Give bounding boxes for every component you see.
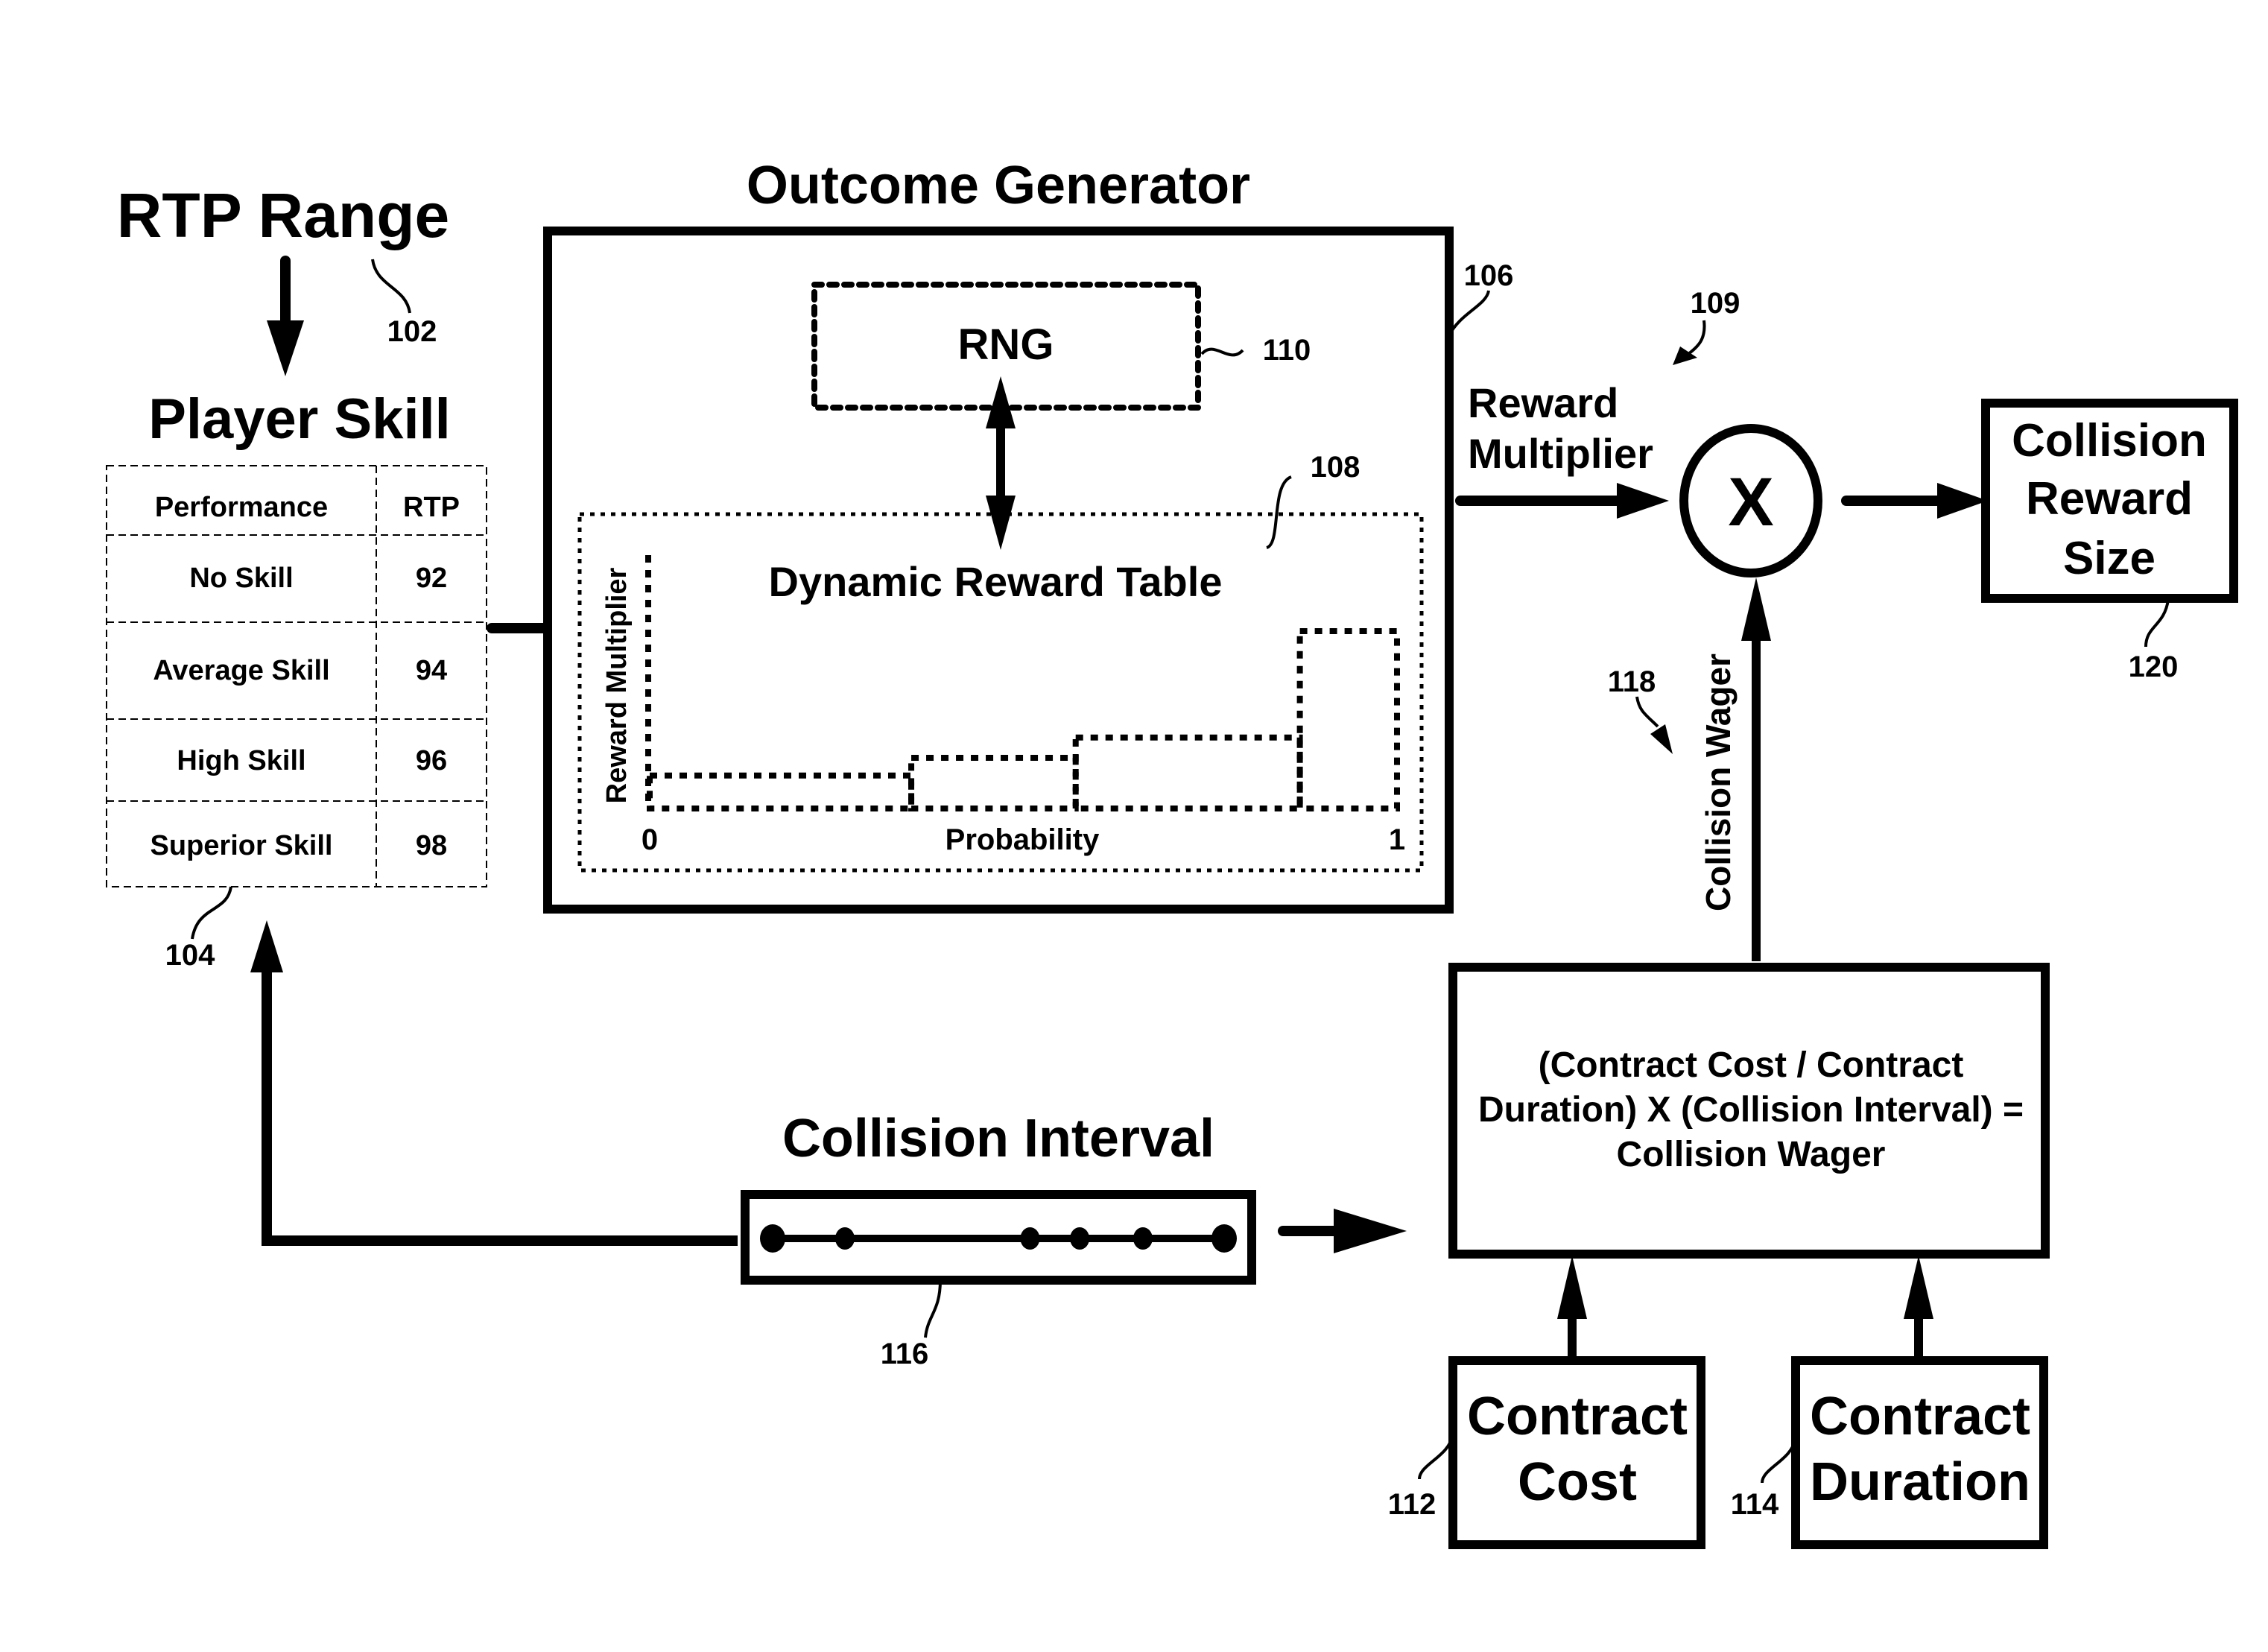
table-row: Superior Skill 98 <box>151 830 448 861</box>
contract-duration-group: Contract Duration 114 <box>1731 1356 2048 1549</box>
ref-118: 118 <box>1608 665 1656 698</box>
collision-event-dot <box>1133 1227 1153 1250</box>
ref-104-leader <box>191 886 232 940</box>
interval-to-formula-arrowhead <box>1334 1209 1407 1253</box>
multiplier-symbol: X <box>1728 464 1773 540</box>
collision-wager-label: Collision Wager <box>1699 653 1738 911</box>
collision-event-dot <box>1020 1227 1040 1250</box>
table-row: High Skill 96 <box>177 745 447 776</box>
reward-multiplier-label-line1: Reward <box>1468 379 1618 426</box>
collision-interval-group: Collision Interval 116 <box>250 920 1407 1370</box>
formula-line2: Duration) X (Collision Interval) = <box>1478 1090 2024 1130</box>
collision-reward-size-group: Collision Reward Size 120 <box>1981 399 2238 683</box>
formula-line3: Collision Wager <box>1617 1135 1886 1174</box>
ref-118-leader <box>1635 696 1659 728</box>
table-cell-rtp: 92 <box>416 563 447 594</box>
ref-112-leader <box>1418 1434 1454 1480</box>
collision-event-dot <box>834 1227 855 1250</box>
contract-cost-line2: Cost <box>1518 1452 1637 1512</box>
contract-cost-line1: Contract <box>1467 1387 1688 1446</box>
ref-120-leader <box>2144 599 2170 648</box>
table-cell-performance: Average Skill <box>153 655 329 686</box>
table-cell-rtp: 98 <box>416 830 447 861</box>
contract-cost-arrowhead <box>1557 1256 1587 1319</box>
table-row: Average Skill 94 <box>153 655 447 686</box>
collision-event-dot <box>1211 1224 1237 1253</box>
outcome-generator-group: Outcome Generator 106 RNG 110 108 Dynami… <box>543 156 1514 914</box>
ref-120: 120 <box>2129 651 2179 683</box>
reward-multiplier-arrowhead <box>1617 483 1669 519</box>
ref-102-leader <box>371 259 411 314</box>
contract-duration-line2: Duration <box>1810 1452 2030 1512</box>
skill-rtp-table: Performance RTP No Skill 92 Average Skil… <box>106 465 487 887</box>
reward-output-arrowhead <box>1937 483 1988 519</box>
rtp-range-title: RTP Range <box>117 180 450 250</box>
rtp-to-skill-arrowhead <box>267 320 304 376</box>
ref-104: 104 <box>165 939 215 972</box>
table-cell-performance: Superior Skill <box>151 830 333 861</box>
rtp-range-group: RTP Range 102 <box>117 180 450 376</box>
ref-106-leader <box>1448 290 1490 336</box>
table-header-performance: Performance <box>155 492 328 523</box>
collision-wager-arrowhead <box>1741 577 1771 641</box>
table-header-rtp: RTP <box>403 492 460 523</box>
chart-x-axis-label: Probability <box>945 823 1100 856</box>
player-skill-title: Player Skill <box>148 387 451 451</box>
ref-108: 108 <box>1311 451 1361 484</box>
collision-interval-title: Collision Interval <box>782 1109 1214 1168</box>
table-cell-rtp: 96 <box>416 745 447 776</box>
contract-duration-arrowhead <box>1904 1256 1933 1319</box>
chart-x-tick-max: 1 <box>1389 823 1405 856</box>
chart-x-tick-min: 0 <box>642 823 658 856</box>
ref-114: 114 <box>1731 1488 1779 1521</box>
ref-109: 109 <box>1691 287 1740 320</box>
dynamic-reward-table-title: Dynamic Reward Table <box>769 558 1223 605</box>
ref-109-leader <box>1684 320 1706 358</box>
collision-event-dot <box>1070 1227 1090 1250</box>
outcome-generator-title: Outcome Generator <box>747 156 1250 215</box>
reward-multiplier-label-line2: Multiplier <box>1468 430 1653 477</box>
ref-118-arrowhead <box>1650 724 1673 754</box>
collision-reward-size-line1: Collision <box>2012 415 2207 466</box>
table-cell-performance: No Skill <box>189 563 293 594</box>
diagram-canvas: RTP Range 102 Player Skill Performance R… <box>106 156 2238 1549</box>
ref-116-leader <box>924 1279 942 1338</box>
interval-to-skill-feedback-line <box>262 969 738 1246</box>
formula-group: (Contract Cost / Contract Duration) X (C… <box>1448 963 2050 1259</box>
ref-116: 116 <box>881 1338 929 1370</box>
collision-reward-size-line2: Reward <box>2026 473 2193 525</box>
table-row: No Skill 92 <box>189 563 447 594</box>
table-cell-rtp: 94 <box>416 655 447 686</box>
ref-106: 106 <box>1464 259 1514 292</box>
table-cell-performance: High Skill <box>177 745 305 776</box>
ref-110: 110 <box>1263 334 1311 367</box>
multiplier-node: X 109 <box>1673 287 1822 577</box>
ref-112: 112 <box>1388 1488 1436 1521</box>
interval-to-skill-arrowhead <box>250 920 283 972</box>
chart-y-axis-label: Reward Multiplier <box>601 567 633 803</box>
ref-102: 102 <box>387 315 437 348</box>
contract-cost-group: Contract Cost 112 <box>1388 1356 1705 1549</box>
contract-duration-line1: Contract <box>1810 1387 2030 1446</box>
collision-reward-size-line3: Size <box>2063 533 2155 584</box>
player-skill-group: Player Skill Performance RTP No Skill 92… <box>106 387 487 972</box>
formula-line1: (Contract Cost / Contract <box>1539 1045 1964 1085</box>
rng-label: RNG <box>958 320 1054 369</box>
collision-event-dot <box>760 1224 785 1253</box>
ref-114-leader <box>1761 1437 1797 1484</box>
